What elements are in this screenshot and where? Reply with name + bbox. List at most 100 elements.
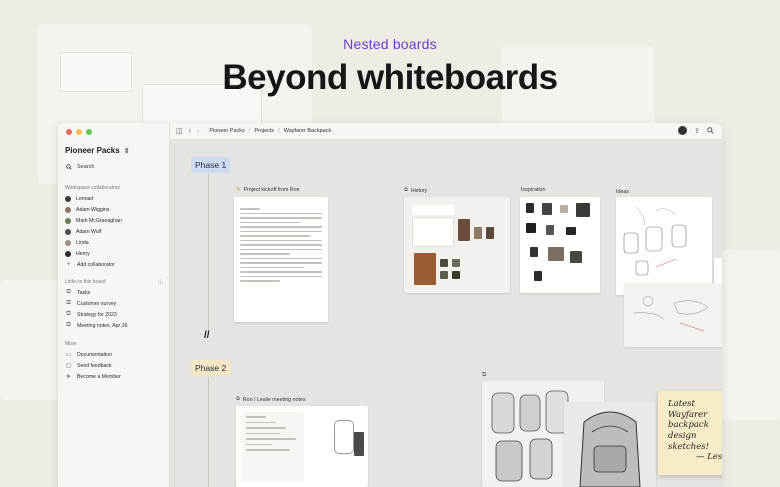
collaborator-item[interactable]: Adam Wiggins [65,204,163,215]
board-link-icon: ⧉ [66,289,71,295]
handwritten-line [246,416,266,418]
links-list: ⧉ Tasks ⧉ Customer survey ⧉ Strategy for 20… [65,287,163,331]
avatar [65,239,71,246]
notes-sketch [334,420,354,454]
forward-icon[interactable]: › [197,128,199,135]
breadcrumb-item[interactable]: Pioneer Packs [209,128,244,134]
text-line [240,239,322,241]
ideas-sketch-card-3[interactable] [624,283,722,347]
meeting-notes-card[interactable] [236,406,368,487]
search-icon[interactable] [707,127,714,134]
link-item[interactable]: ⧉ Customer survey [65,298,163,309]
backpack-sketch-large[interactable] [564,402,656,487]
history-photo [440,259,448,267]
add-collaborator-label: Add collaborator [77,261,115,268]
sticky-line: backpack [668,420,709,431]
collaborator-item[interactable]: Adam Wulf [65,226,163,237]
phase1-label[interactable]: Phase 1 [191,157,231,173]
share-icon[interactable]: ⇪ [694,127,700,135]
notes-panel [242,412,304,482]
ideas-card-title: Ideas [616,189,629,195]
text-line [240,235,310,237]
history-photo [452,259,460,267]
history-document [412,217,454,247]
board-link-icon: ⧉ [66,322,71,328]
sidebar: Pioneer Packs ⇕ Search Workspace collabo… [58,123,170,487]
inspiration-photo [534,271,542,281]
history-card-title: ⧉ History [404,187,427,194]
send-feedback-link[interactable]: ▢ Send feedback [65,360,163,371]
backpack-sketches [623,206,687,276]
sticky-note[interactable]: Latest Wayfarer backpack design sketches… [658,391,722,475]
search-icon [66,164,72,170]
info-icon[interactable]: ⓘ [158,279,163,286]
history-photo [486,227,494,239]
links-heading: Links to this board ⓘ [65,279,163,286]
toolbar: ◫ ‹ › Pioneer Packs / Projects / Wayfare… [170,123,722,140]
links-heading-label: Links to this board [65,279,106,285]
board-canvas[interactable]: Phase 1 // Phase 2 ✎ Project kickoff fro… [170,140,722,487]
background-board-bottom-left [0,280,58,400]
close-window-button[interactable] [66,129,72,135]
background-board-far-right [722,250,780,420]
text-line [240,248,322,250]
inspiration-card-title: Inspiration [521,187,545,193]
minimize-window-button[interactable] [76,129,82,135]
window-controls [66,129,92,135]
collaborator-item[interactable]: Lennart [65,193,163,204]
history-board-card[interactable] [404,197,510,293]
phase2-label[interactable]: Phase 2 [191,360,231,376]
inspiration-photo [542,203,552,215]
sidebar-search[interactable]: Search [66,164,94,170]
handwritten-line [246,432,280,434]
avatar [65,206,71,213]
breadcrumb-item[interactable]: Projects [254,128,274,134]
breadcrumb-separator: / [278,128,280,134]
text-line [240,226,322,228]
inspiration-board-card[interactable] [520,197,600,293]
add-collaborator-button[interactable]: + Add collaborator [65,259,163,270]
inspiration-photo [530,247,538,257]
back-icon[interactable]: ‹ [189,128,191,135]
book-icon: ▭ [65,352,72,358]
hero-headline: Beyond whiteboards [222,58,558,97]
inspiration-photo [560,205,568,213]
notes-photo [354,432,364,456]
inspiration-photo [566,227,576,235]
text-line [240,221,300,223]
more-heading: More [65,341,77,347]
inspiration-photo [526,203,534,213]
ideas-sketch-card[interactable] [616,197,712,295]
more-list: ▭ Documentation ▢ Send feedback ➤ Become a … [65,349,163,382]
text-line [240,217,322,219]
search-label: Search [77,164,95,170]
handwritten-line [246,427,286,429]
maximize-window-button[interactable] [86,129,92,135]
avatar [65,217,71,224]
text-line [240,266,304,268]
sidebar-toggle-icon[interactable]: ◫ [176,127,183,135]
link-item[interactable]: ⧉ Tasks [65,287,163,298]
collaborator-item[interactable]: Mark McGranaghan [65,215,163,226]
strap-sketches [633,295,709,332]
link-item[interactable]: ⧉ Strategy for 2023 [65,309,163,320]
link-label: Customer survey [77,300,117,307]
become-member-link[interactable]: ➤ Become a Member [65,371,163,382]
kickoff-document-card[interactable] [234,197,328,322]
phase2-line [208,378,209,487]
plus-icon: + [66,261,71,268]
user-avatar[interactable] [678,126,688,135]
documentation-link[interactable]: ▭ Documentation [65,349,163,360]
collaborator-item[interactable]: Linda [65,237,163,248]
sticky-line: Latest Wayfarer [668,399,708,420]
meeting-notes-title: ⧉ Ron / Leslie meeting notes [236,396,306,403]
workspace-switcher[interactable]: Pioneer Packs ⇕ [65,146,130,155]
inspiration-photo [570,251,582,263]
text-line [240,230,322,232]
member-icon: ➤ [65,374,72,380]
link-item[interactable]: ⧉ Meeting notes, Apr 26 [65,320,163,331]
text-line [240,208,260,210]
phase1-line [208,174,209,334]
collaborator-item[interactable]: Henry [65,248,163,259]
breadcrumb-item[interactable]: Wayfarer Backpack [284,128,331,134]
